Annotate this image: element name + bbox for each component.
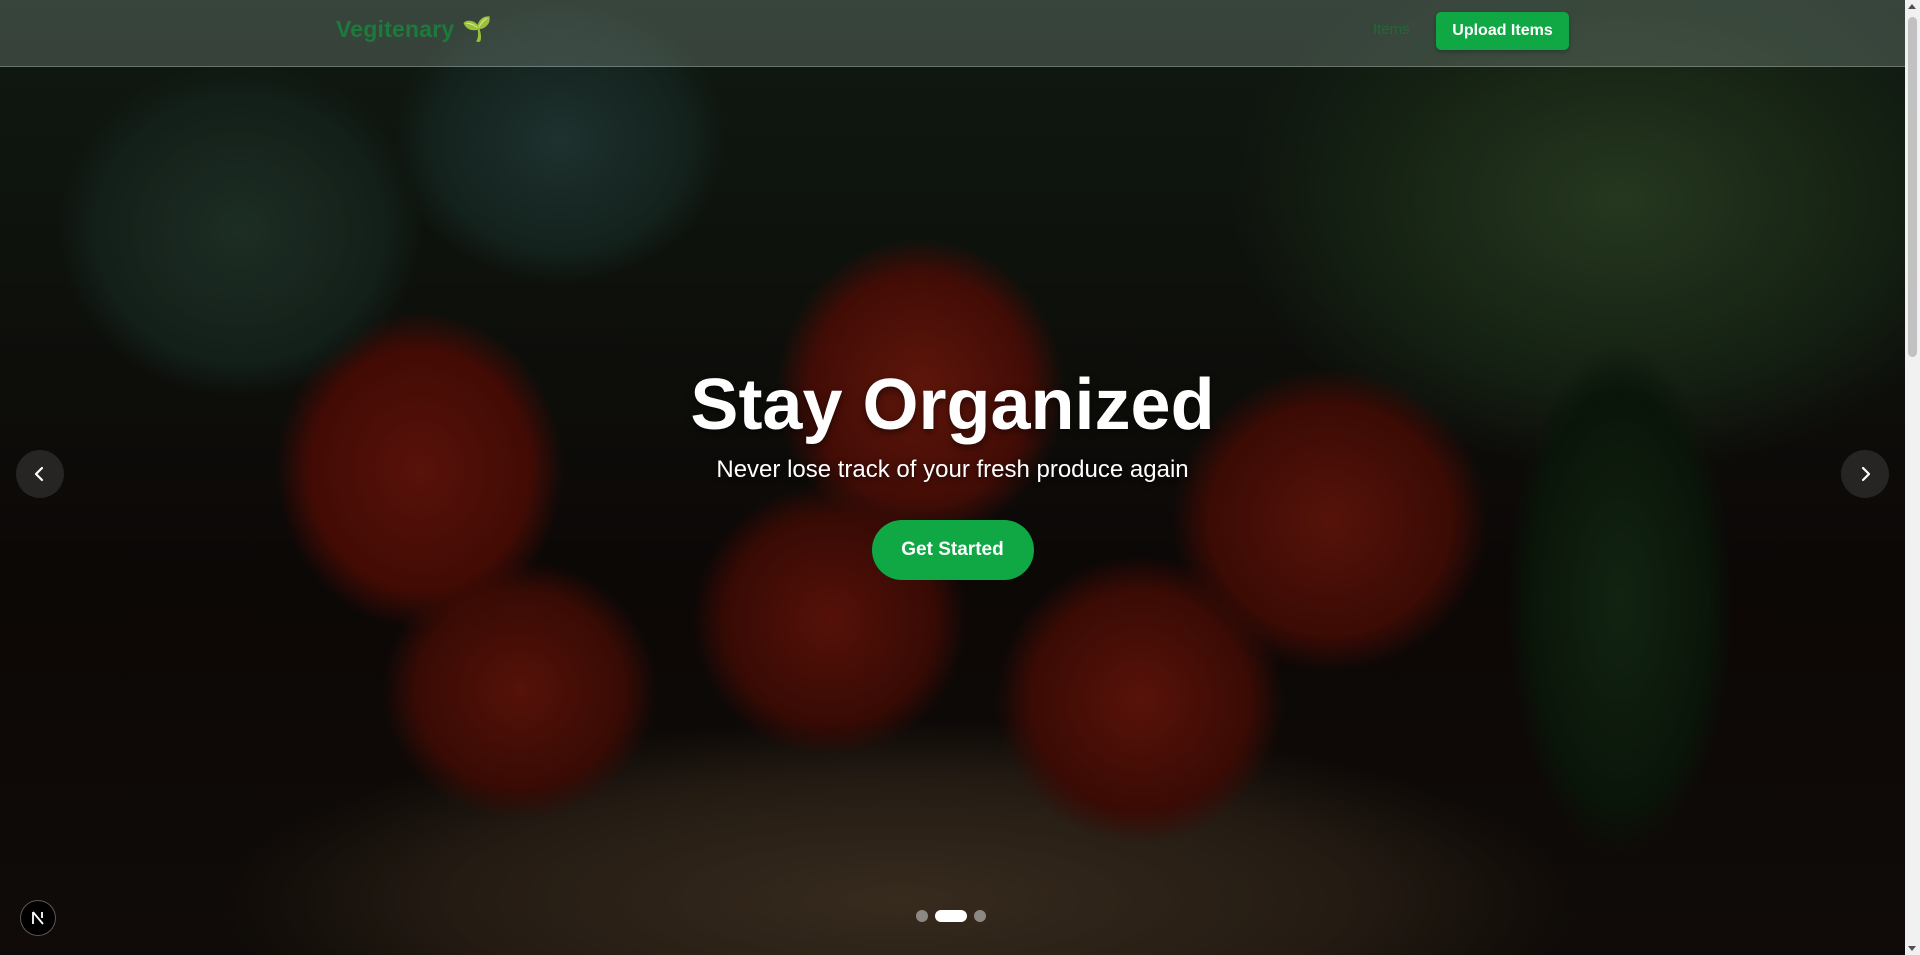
- carousel-next-button[interactable]: [1841, 450, 1889, 498]
- nextjs-logo-icon: [32, 911, 44, 925]
- scroll-up-arrow-icon[interactable]: [1908, 4, 1916, 9]
- nav-link-items[interactable]: Items: [1373, 21, 1410, 38]
- scrollbar-thumb[interactable]: [1908, 17, 1917, 357]
- brand-name: Vegitenary: [336, 16, 455, 42]
- hero-title: Stay Organized: [690, 365, 1215, 445]
- brand-logo[interactable]: Vegitenary 🌱: [336, 15, 492, 44]
- carousel-dot[interactable]: [916, 910, 928, 922]
- upload-items-button[interactable]: Upload Items: [1436, 12, 1569, 50]
- chevron-left-icon: [34, 466, 44, 482]
- carousel-indicators: [916, 910, 986, 922]
- seedling-icon: 🌱: [462, 16, 493, 43]
- page-scrollbar[interactable]: [1905, 0, 1920, 955]
- hero-content: Stay Organized Never lose track of your …: [0, 360, 1905, 580]
- nextjs-badge[interactable]: [20, 900, 56, 936]
- get-started-button[interactable]: Get Started: [871, 520, 1034, 580]
- navbar: Vegitenary 🌱 Items Upload Items: [0, 0, 1905, 67]
- carousel-prev-button[interactable]: [16, 450, 64, 498]
- scroll-down-arrow-icon[interactable]: [1908, 946, 1916, 951]
- carousel-dot-active[interactable]: [935, 910, 967, 922]
- carousel-dot[interactable]: [974, 910, 986, 922]
- hero-subtitle: Never lose track of your fresh produce a…: [716, 456, 1189, 483]
- chevron-right-icon: [1861, 466, 1871, 482]
